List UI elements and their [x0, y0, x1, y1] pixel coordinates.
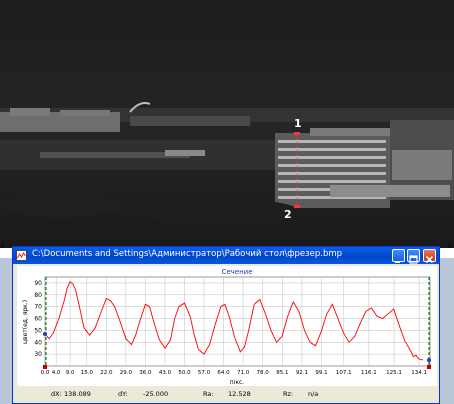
y-tick-label: 70 — [34, 304, 42, 311]
chart-area: 30 40 50 60 70 80 90 0.0 4.0 9.0 15.0 22.0 29.0 36.0… — [17, 266, 437, 386]
ra-value: 12.528 — [228, 390, 251, 398]
x-tick-label: 107.1 — [336, 370, 352, 376]
x-tick-label: 9.0 — [66, 370, 75, 376]
x-tick-label: 29.0 — [120, 370, 133, 376]
close-icon — [425, 255, 434, 264]
dx-label: dX: — [51, 390, 62, 398]
point-2-handle[interactable] — [427, 358, 431, 363]
x-tick-label: 4.0 — [52, 370, 61, 376]
x-tick-label: 0.0 — [41, 370, 50, 376]
x-tick-label: 50.0 — [178, 370, 191, 376]
marker-1-label: 1 — [294, 117, 302, 130]
maximize-icon — [409, 255, 418, 264]
edge-left-label: 0 — [1, 243, 5, 250]
left-marker-handle[interactable] — [43, 365, 47, 369]
y-tick-label: 60 — [34, 316, 42, 323]
ra-label: Ra: — [203, 390, 214, 398]
x-tick-label: 99.1 — [315, 370, 327, 376]
edge-right-label: 0 — [448, 243, 452, 250]
window-title: C:\Documents and Settings\Администратор\… — [32, 249, 343, 259]
minimize-icon — [395, 261, 400, 263]
x-axis-label: пікс. — [230, 379, 245, 386]
x-tick-label: 36.0 — [139, 370, 152, 376]
x-tick-label: 64.0 — [217, 370, 230, 376]
x-tick-label: 57.0 — [198, 370, 211, 376]
dy-label: dY: — [118, 390, 128, 398]
chart-title: Сечение — [221, 268, 252, 276]
x-tick-label: 15.0 — [81, 370, 94, 376]
x-tick-label: 125.1 — [386, 370, 402, 376]
y-axis-label: цвет(ед. ярк.) — [22, 300, 29, 344]
dy-value: -25.000 — [143, 390, 169, 398]
y-tick-label: 40 — [34, 339, 42, 346]
y-tick-label: 30 — [34, 351, 42, 358]
desktop-strip-left — [0, 258, 12, 404]
x-tick-label: 78.0 — [256, 370, 269, 376]
x-tick-label: 92.1 — [296, 370, 308, 376]
rz-label: Rz: — [283, 390, 294, 398]
y-tick-label: 50 — [34, 327, 42, 334]
dx-value: 138.089 — [64, 390, 91, 398]
x-tick-label: 71.0 — [237, 370, 250, 376]
x-tick-label: 22.0 — [100, 370, 113, 376]
y-tick-label: 90 — [34, 280, 42, 287]
marker-2-label: 2 — [284, 208, 292, 221]
thermal-photo: 1 2 — [0, 0, 454, 248]
desktop-strip-right — [440, 258, 454, 404]
plot-frame — [44, 276, 431, 367]
rz-value: n/a — [308, 390, 319, 398]
point-1-handle[interactable] — [43, 331, 47, 336]
maximize-button[interactable] — [407, 249, 420, 264]
profile-chart: 30 40 50 60 70 80 90 0.0 4.0 9.0 15.0 22.0 29.0 36.0… — [22, 268, 431, 386]
app-icon — [16, 250, 27, 261]
close-button[interactable] — [423, 249, 436, 264]
x-tick-label: 116.1 — [361, 370, 377, 376]
status-bar: dX: 138.089 dY: -25.000 Ra: 12.528 Rz: n… — [17, 387, 437, 403]
profile-window: C:\Documents and Settings\Администратор\… — [12, 246, 440, 404]
x-tick-label: 85.1 — [276, 370, 288, 376]
right-marker-handle[interactable] — [427, 365, 431, 369]
x-tick-label: 134.1 — [411, 370, 427, 376]
y-tick-label: 80 — [34, 292, 42, 299]
window-titlebar[interactable]: C:\Documents and Settings\Администратор\… — [13, 247, 439, 264]
series-line — [44, 280, 424, 361]
minimize-button[interactable] — [392, 249, 405, 263]
x-tick-label: 43.0 — [159, 370, 172, 376]
